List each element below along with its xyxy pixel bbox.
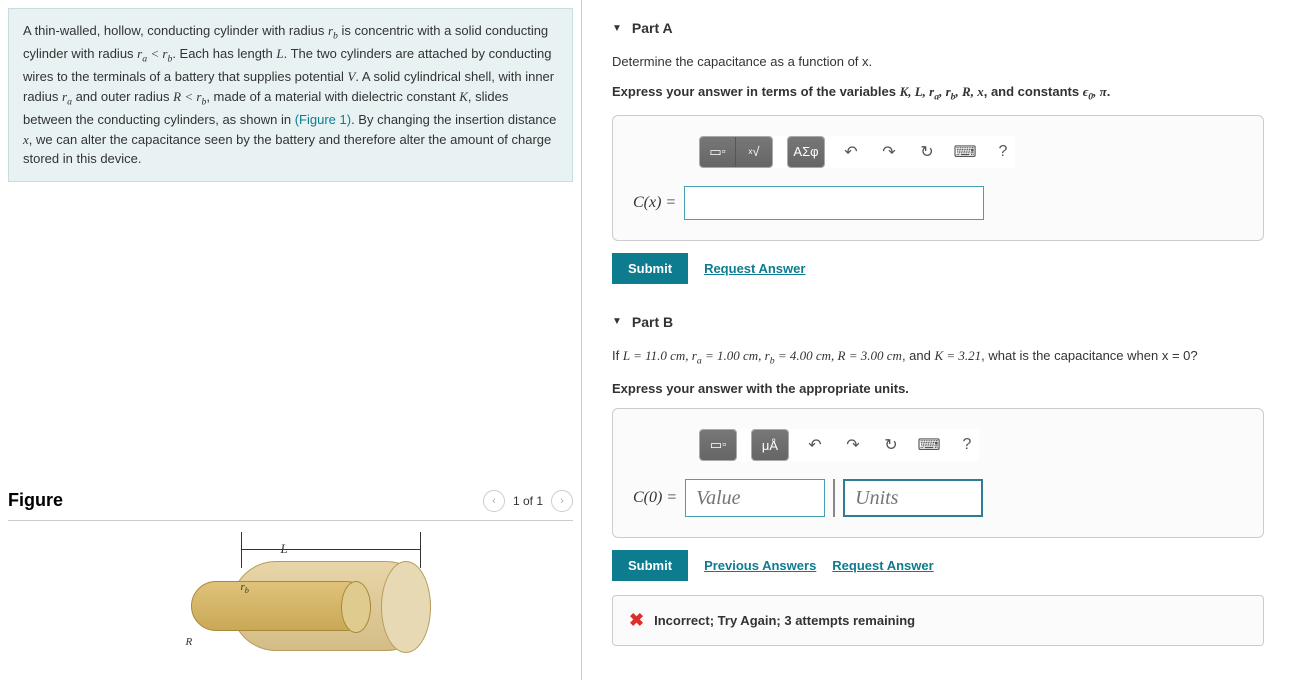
part-b-lhs: C(0) = <box>633 489 677 507</box>
keyboard-icon[interactable]: ⌨ <box>953 140 977 164</box>
label-rb: rb <box>241 581 249 595</box>
template-picker-button[interactable]: ▭▫ <box>700 137 736 167</box>
math-root-button[interactable]: x√ <box>736 137 772 167</box>
keyboard-icon[interactable]: ⌨ <box>917 433 941 457</box>
page-container: A thin-walled, hollow, conducting cylind… <box>0 0 1294 680</box>
text: Express your answer in terms of the vari… <box>612 84 900 99</box>
var-rb: rb <box>328 23 338 38</box>
text: , and <box>902 348 935 363</box>
text: . By changing the insertion distance <box>351 112 556 127</box>
part-a-lhs: C(x) = <box>633 194 676 212</box>
reset-icon[interactable]: ↻ <box>915 140 939 164</box>
consts: ϵ0, π <box>1083 84 1107 99</box>
label-R: R <box>186 636 193 648</box>
figure-header: Figure ‹ 1 of 1 › <box>8 482 573 521</box>
left-column: A thin-walled, hollow, conducting cylind… <box>0 0 582 680</box>
undo-icon[interactable]: ↶ <box>839 140 863 164</box>
equation-toolbar-a: ▭▫ x√ ΑΣφ ↶ ↷ ↻ ⌨ ? <box>699 136 1015 168</box>
value-units-separator <box>833 479 835 517</box>
reset-icon[interactable]: ↻ <box>879 433 903 457</box>
redo-icon[interactable]: ↷ <box>841 433 865 457</box>
part-a-input[interactable] <box>684 186 984 220</box>
right-column: ▼ Part A Determine the capacitance as a … <box>582 0 1294 680</box>
part-a-body: Determine the capacitance as a function … <box>612 52 1264 284</box>
text: If <box>612 348 623 363</box>
equation-toolbar-b: ▭▫ μÅ ↶ ↷ ↻ ⌨ ? <box>699 429 979 461</box>
part-a-answer-box: ▭▫ x√ ΑΣφ ↶ ↷ ↻ ⌨ ? C(x) = <box>612 115 1264 241</box>
part-b-request-answer-link[interactable]: Request Answer <box>832 558 933 573</box>
template-picker-button[interactable]: ▭▫ <box>700 430 736 460</box>
text: A thin-walled, hollow, conducting cylind… <box>23 23 328 38</box>
part-b-feedback: ✖ Incorrect; Try Again; 3 attempts remai… <box>612 595 1264 646</box>
text: , what is the capacitance when x = 0? <box>981 348 1197 363</box>
figure-ref[interactable]: (Figure 1) <box>295 112 351 127</box>
part-a-instruction: Express your answer in terms of the vari… <box>612 82 1264 105</box>
part-b-instruction: Express your answer with the appropriate… <box>612 379 1264 399</box>
greek-letters-button[interactable]: ΑΣφ <box>788 137 824 167</box>
text: . Each has length <box>172 46 276 61</box>
help-icon[interactable]: ? <box>955 433 979 457</box>
part-b-body: If L = 11.0 cm, ra = 1.00 cm, rb = 4.00 … <box>612 346 1264 647</box>
text: . <box>1107 84 1111 99</box>
figure-section: Figure ‹ 1 of 1 › L rb R <box>0 482 581 661</box>
var-ra: ra <box>137 46 147 61</box>
undo-icon[interactable]: ↶ <box>803 433 827 457</box>
part-b-answer-row: C(0) = <box>633 479 1243 517</box>
vars: K, L, ra, rb, R, x <box>900 84 984 99</box>
figure-image: L rb R <box>8 541 573 661</box>
part-b-units-input[interactable] <box>843 479 983 517</box>
part-b-question: If L = 11.0 cm, ra = 1.00 cm, rb = 4.00 … <box>612 346 1264 369</box>
problem-statement: A thin-walled, hollow, conducting cylind… <box>8 8 573 182</box>
text: Determine the capacitance as a function … <box>612 54 872 69</box>
part-b-value-input[interactable] <box>685 479 825 517</box>
chevron-down-icon: ▼ <box>612 23 622 34</box>
redo-icon[interactable]: ↷ <box>877 140 901 164</box>
chevron-down-icon: ▼ <box>612 316 622 327</box>
incorrect-icon: ✖ <box>629 610 644 631</box>
k-value: K = 3.21 <box>934 348 981 363</box>
lt: < <box>181 89 196 104</box>
figure-count: 1 of 1 <box>513 494 543 508</box>
figure-title: Figure <box>8 490 63 511</box>
var-rb: rb <box>162 46 172 61</box>
values: L = 11.0 cm, ra = 1.00 cm, rb = 4.00 cm,… <box>623 348 902 363</box>
part-a-request-answer-link[interactable]: Request Answer <box>704 261 805 276</box>
text: , we can alter the capacitance seen by t… <box>23 132 551 167</box>
part-a-title: Part A <box>632 20 673 36</box>
part-a-header[interactable]: ▼ Part A <box>612 20 1264 36</box>
part-b-answer-box: ▭▫ μÅ ↶ ↷ ↻ ⌨ ? C(0) = <box>612 408 1264 538</box>
figure-nav: ‹ 1 of 1 › <box>483 490 573 512</box>
var-R: R <box>173 89 181 104</box>
part-a-question: Determine the capacitance as a function … <box>612 52 1264 72</box>
figure-prev-button[interactable]: ‹ <box>483 490 505 512</box>
dim-L: L <box>281 541 288 557</box>
part-b-previous-answers-link[interactable]: Previous Answers <box>704 558 816 573</box>
part-a-submit-row: Submit Request Answer <box>612 253 1264 284</box>
part-b-header[interactable]: ▼ Part B <box>612 314 1264 330</box>
text: and outer radius <box>72 89 173 104</box>
part-b-title: Part B <box>632 314 673 330</box>
var-K: K <box>459 89 468 104</box>
feedback-text: Incorrect; Try Again; 3 attempts remaini… <box>654 613 915 628</box>
text: , made of a material with dielectric con… <box>206 89 459 104</box>
part-b-submit-button[interactable]: Submit <box>612 550 688 581</box>
lt: < <box>147 46 162 61</box>
help-icon[interactable]: ? <box>991 140 1015 164</box>
var-rb: rb <box>196 89 206 104</box>
units-button[interactable]: μÅ <box>752 430 788 460</box>
var-ra: ra <box>62 89 72 104</box>
var-L: L <box>276 46 283 61</box>
part-b-submit-row: Submit Previous Answers Request Answer <box>612 550 1264 581</box>
figure-next-button[interactable]: › <box>551 490 573 512</box>
text: , and constants <box>984 84 1083 99</box>
part-a-answer-row: C(x) = <box>633 186 1243 220</box>
part-a-submit-button[interactable]: Submit <box>612 253 688 284</box>
